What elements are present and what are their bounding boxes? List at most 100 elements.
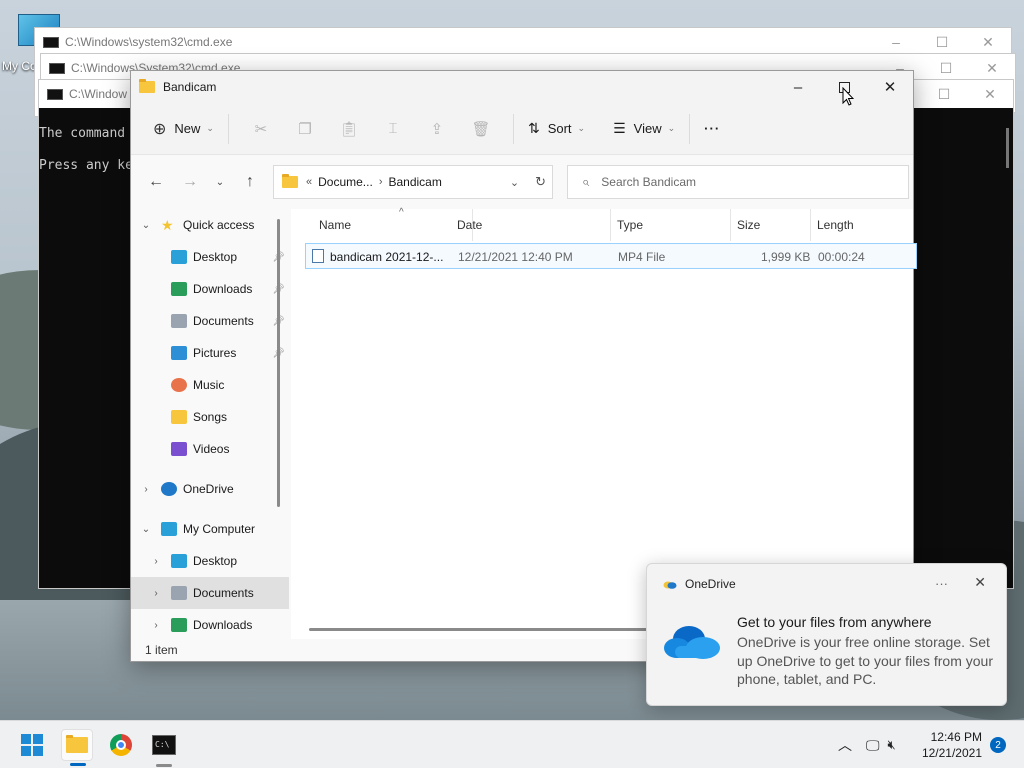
nav-item-label: Quick access [183,218,255,232]
nav-item[interactable]: › Downloads [131,609,289,641]
file-explorer-taskbar-button[interactable] [61,729,93,766]
chrome-icon [110,734,132,756]
nav-item-label: Downloads [193,618,253,632]
nav-item-label: Music [193,378,225,392]
forward-arrow-icon[interactable]: → [173,166,207,198]
nav-item[interactable]: Documents📌︎ [131,305,289,337]
column-header-type[interactable]: Type [609,209,731,241]
cut-icon[interactable]: ✂ [245,113,277,145]
cmd-taskbar-button[interactable]: C:\ [148,729,180,767]
documents-icon [171,586,187,600]
volume-muted-icon[interactable]: 🔇︎ [888,737,896,753]
nav-item[interactable]: › OneDrive [131,473,289,505]
column-header-length[interactable]: Length [809,209,909,241]
network-icon[interactable]: 🖵︎ [866,737,880,754]
column-header-date[interactable]: Date [449,209,611,241]
close-button[interactable]: ✕ [867,71,913,103]
cmd-scrollbar[interactable] [1006,128,1009,168]
expand-chevron-icon[interactable]: ⌄ [139,220,153,231]
more-options-button[interactable]: ··· [700,113,724,145]
rename-icon[interactable]: ⌶ [377,113,409,145]
window-title: Bandicam [163,80,217,94]
address-row: ← → ⌄ ↑ « Docume... › Bandicam ⌄ ↻ ⌕ Sea… [131,155,913,209]
toast-close-button[interactable]: ✕ [974,574,986,591]
nav-item[interactable]: Downloads📌︎ [131,273,289,305]
navigation-pane[interactable]: ⌄ ★ Quick access Desktop📌︎Downloads📌︎Docume… [131,209,289,641]
close-button[interactable]: ✕ [967,80,1013,108]
column-type-label: Type [617,218,644,232]
refresh-icon[interactable]: ↻ [535,174,546,190]
download-icon [171,282,187,296]
sort-ascending-icon: ^ [399,207,404,218]
search-box[interactable]: ⌕ Search Bandicam [567,165,909,199]
cmd-window-title: C:\Window [69,87,128,101]
nav-item-label: Songs [193,410,228,424]
start-button[interactable] [16,729,48,761]
minimize-button[interactable]: – [775,71,821,103]
address-dropdown-chevron-icon[interactable]: ⌄ [510,176,519,189]
new-button[interactable]: ⊕ New ⌄ [149,113,218,145]
back-arrow-icon[interactable]: ← [139,166,173,198]
expand-chevron-icon[interactable]: › [139,484,153,495]
column-header-size[interactable]: Size [729,209,811,241]
nav-item-label: OneDrive [183,482,234,496]
nav-item[interactable]: Videos [131,433,289,465]
delete-icon[interactable]: 🗑︎ [465,113,497,145]
table-row[interactable]: bandicam 2021-12-... 12/21/2021 12:40 PM… [305,243,917,269]
nav-item[interactable]: Desktop📌︎ [131,241,289,273]
active-indicator [70,763,86,766]
nav-item[interactable]: Music [131,369,289,401]
navigation-pane-scrollbar[interactable] [277,219,280,507]
toast-body: OneDrive is your free online storage. Se… [737,634,993,687]
close-button[interactable]: ✕ [965,28,1011,56]
recent-locations-chevron-icon[interactable]: ⌄ [207,166,233,198]
expand-chevron-icon[interactable]: › [149,620,163,631]
onedrive-cloud-icon [664,626,720,659]
minimize-button[interactable]: – [873,28,919,56]
address-bar[interactable]: « Docume... › Bandicam ⌄ ↻ [273,165,553,199]
folder-icon [282,174,298,188]
file-size: 1,999 KB [761,250,811,264]
chrome-taskbar-button[interactable] [105,729,137,761]
star-icon: ★ [161,217,174,233]
nav-item[interactable]: Pictures📌︎ [131,337,289,369]
windows-logo-icon [21,734,43,756]
file-date: 12/21/2021 12:40 PM [458,250,573,264]
nav-item[interactable]: › Desktop [131,545,289,577]
maximize-button[interactable]: ☐ [921,80,967,108]
nav-item-label: Desktop [193,250,238,264]
notification-badge[interactable]: 2 [990,737,1006,753]
nav-item[interactable]: › Documents [131,577,289,609]
cmd-icon: C:\ [152,735,176,755]
view-button[interactable]: ☰ View ⌄ [609,113,679,145]
expand-chevron-icon[interactable]: › [149,556,163,567]
up-arrow-icon[interactable]: ↑ [233,166,267,198]
onedrive-notification[interactable]: OneDrive ··· ✕ Get to your files from an… [646,563,1007,706]
title-bar[interactable]: Bandicam – ✕ [131,71,913,103]
copy-icon[interactable]: ❐ [289,113,321,145]
breadcrumb-documents[interactable]: Docume... [318,175,373,189]
desktop-icon [171,250,187,264]
breadcrumb-bandicam[interactable]: Bandicam [388,175,441,189]
expand-chevron-icon[interactable]: › [149,588,163,599]
share-icon[interactable]: ⇪ [421,113,453,145]
horizontal-scrollbar[interactable] [309,628,649,631]
clock[interactable]: 12:46 PM 12/21/2021 [922,729,982,761]
sort-button-label: Sort [547,121,572,136]
cmd-window-title: C:\Windows\system32\cmd.exe [65,35,233,49]
breadcrumb-overflow[interactable]: « [306,176,312,188]
toolbar-divider [689,113,691,144]
maximize-button[interactable]: ☐ [919,28,965,56]
maximize-button[interactable]: ☐ [923,54,969,82]
cmd-output-line: The command [39,126,126,141]
nav-item[interactable]: Songs [131,401,289,433]
toast-more-button[interactable]: ··· [935,576,948,591]
sort-button[interactable]: ⇅ Sort ⌄ [524,113,589,145]
close-button[interactable]: ✕ [969,54,1015,82]
chevron-down-icon: ⌄ [206,123,214,133]
expand-chevron-icon[interactable]: ⌄ [139,524,153,535]
show-hidden-icons-chevron-icon[interactable]: ︿ [838,735,852,755]
nav-item[interactable]: ⌄ ★ Quick access [131,209,289,241]
nav-item[interactable]: ⌄ My Computer [131,513,289,545]
paste-icon[interactable]: 📋︎ [333,113,365,145]
